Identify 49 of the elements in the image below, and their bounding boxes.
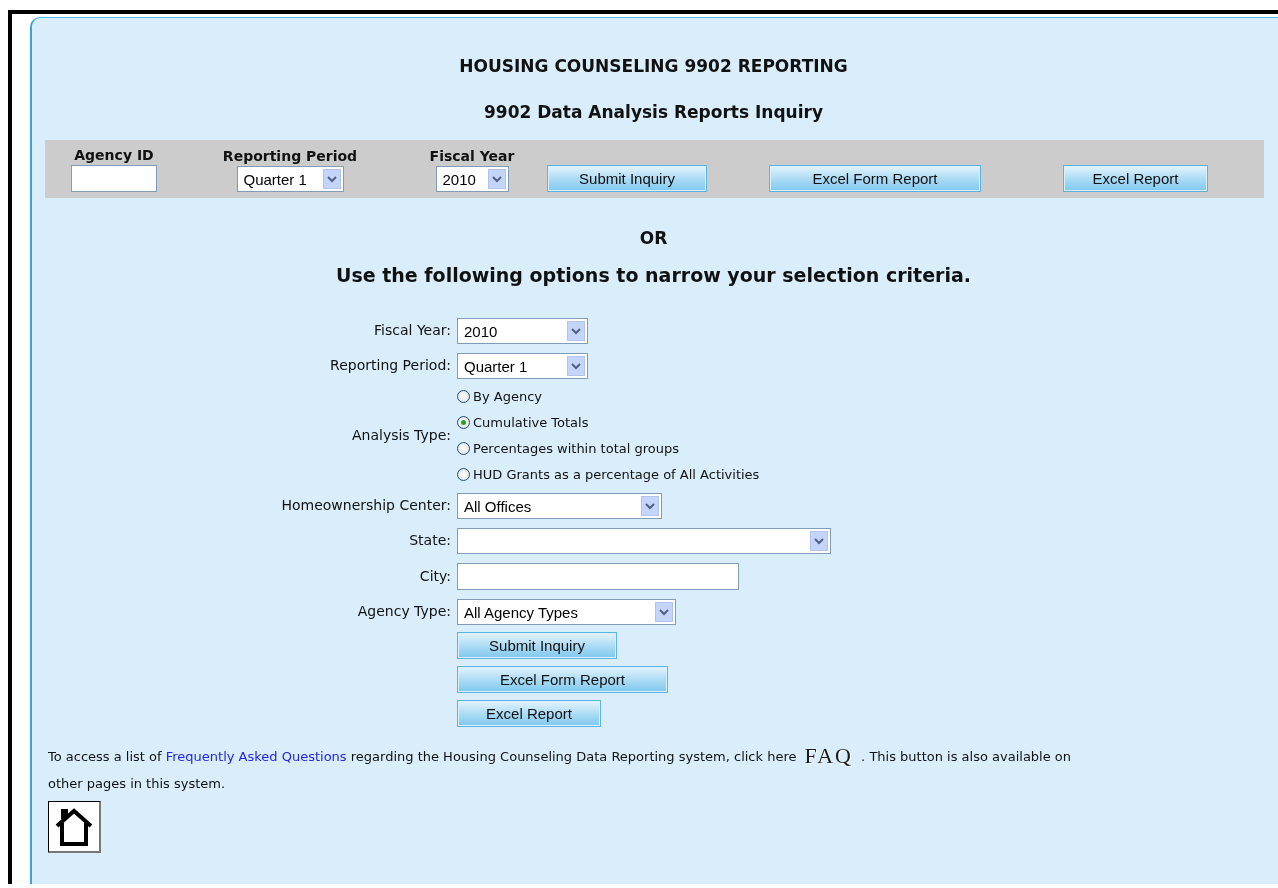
- field-label: Fiscal Year: [429, 148, 515, 164]
- form-button[interactable]: Excel Form Report: [769, 165, 981, 192]
- form-button[interactable]: Submit Inquiry: [457, 632, 617, 659]
- instructions-text: Use the following options to narrow your selection criteria.: [335, 264, 972, 286]
- caret-icon: [567, 356, 585, 376]
- dropdown-select[interactable]: Quarter 1: [457, 353, 588, 379]
- field-label: Analysis Type:: [352, 427, 451, 443]
- radio-option[interactable]: By Agency: [457, 386, 1262, 406]
- form-button[interactable]: Submit Inquiry: [547, 165, 707, 192]
- or-text: OR: [638, 228, 669, 248]
- field-label: Agency ID: [74, 147, 154, 163]
- faq-paragraph: To access a list of Frequently Asked Questions regarding the Housing Counseling Data Reporting system, click here FAQ . This button is also available on other pages in this system.: [48, 743, 1073, 793]
- page-subtitle: 9902 Data Analysis Reports Inquiry: [483, 102, 824, 122]
- caret-icon: [810, 531, 828, 551]
- radio-button[interactable]: [457, 415, 470, 429]
- field-label: City:: [419, 567, 451, 584]
- house-icon: [54, 806, 94, 847]
- field-label: State:: [409, 532, 451, 548]
- radio-option[interactable]: Percentages within total groups: [457, 438, 1262, 458]
- field-label: Agency Type:: [357, 603, 451, 619]
- radio-button[interactable]: [457, 467, 470, 481]
- radio-option[interactable]: Cumulative Totals: [457, 412, 1262, 432]
- reporting-period-select[interactable]: Quarter 1: [236, 166, 344, 192]
- form-button[interactable]: Excel Report: [1063, 165, 1208, 192]
- fiscal-year-select[interactable]: 2010: [435, 166, 509, 192]
- agency-id-field[interactable]: [71, 165, 157, 192]
- caret-icon: [655, 602, 673, 622]
- field-label: Fiscal Year:: [374, 322, 451, 338]
- caret-icon: [322, 169, 341, 189]
- dropdown-select[interactable]: [457, 528, 831, 554]
- field-label: Reporting Period:: [330, 357, 451, 373]
- caret-icon: [567, 321, 585, 341]
- field-label: Homeownership Center:: [281, 497, 451, 513]
- radio-button[interactable]: [457, 441, 470, 455]
- form-button[interactable]: Excel Form Report: [457, 666, 668, 693]
- home-button[interactable]: [48, 801, 101, 853]
- page-title: HOUSING COUNSELING 9902 REPORTING: [458, 56, 849, 76]
- dropdown-select[interactable]: All Agency Types: [457, 599, 676, 625]
- caret-icon: [641, 496, 659, 516]
- dropdown-select[interactable]: All Offices: [457, 493, 662, 519]
- radio-option[interactable]: HUD Grants as a percentage of All Activities: [457, 464, 1262, 484]
- faq-link[interactable]: Frequently Asked Questions: [165, 749, 347, 764]
- city-field[interactable]: [457, 563, 739, 590]
- radio-button[interactable]: [457, 389, 470, 403]
- form-button[interactable]: Excel Report: [457, 700, 601, 727]
- dropdown-select[interactable]: 2010: [457, 318, 588, 344]
- caret-icon: [487, 169, 506, 189]
- field-label: Reporting Period: [222, 148, 358, 164]
- faq-button[interactable]: FAQ: [800, 746, 857, 766]
